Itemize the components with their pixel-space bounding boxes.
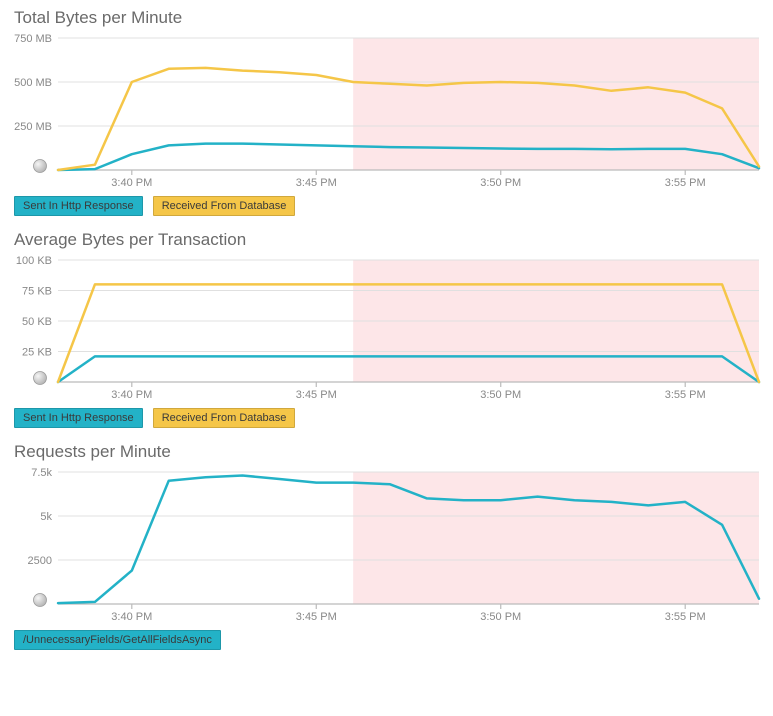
x-tick-label: 3:45 PM [296,177,337,189]
chart-requests: Requests per Minute 2500 5k 7.5k 3:40 PM 3:45… [8,442,765,650]
y-tick-label: 7.5k [31,467,52,479]
legend: Sent In Http Response Received From Datab… [14,196,765,216]
highlight-region [353,472,759,604]
scrubber-handle[interactable] [34,372,47,385]
x-tick-label: 3:40 PM [111,177,152,189]
x-tick-label: 3:55 PM [665,177,706,189]
chart-title: Requests per Minute [14,442,765,462]
x-tick-label: 3:55 PM [665,611,706,623]
x-tick-label: 3:40 PM [111,389,152,401]
legend-item[interactable]: Received From Database [153,196,296,216]
legend-item[interactable]: Sent In Http Response [14,196,143,216]
scrubber-handle[interactable] [34,594,47,607]
scrubber-handle[interactable] [34,160,47,173]
chart-total_bytes: Total Bytes per Minute 250 MB 500 MB 750 MB… [8,8,765,216]
x-tick-label: 3:45 PM [296,389,337,401]
legend: Sent In Http Response Received From Datab… [14,408,765,428]
y-tick-label: 500 MB [14,77,52,89]
x-tick-label: 3:45 PM [296,611,337,623]
x-tick-label: 3:55 PM [665,389,706,401]
plot-area[interactable]: 25 KB 50 KB 75 KB 100 KB 3:40 PM 3:45 PM 3:50 … [8,254,765,404]
plot-area[interactable]: 2500 5k 7.5k 3:40 PM 3:45 PM 3:50 PM 3:55 PM [8,466,765,626]
chart-title: Total Bytes per Minute [14,8,765,28]
y-tick-label: 25 KB [22,347,52,359]
plot-area[interactable]: 250 MB 500 MB 750 MB 3:40 PM 3:45 PM 3:50 PM 3… [8,32,765,192]
x-tick-label: 3:50 PM [480,611,521,623]
legend-item[interactable]: /UnnecessaryFields/GetAllFieldsAsync [14,630,221,650]
chart-title: Average Bytes per Transaction [14,230,765,250]
y-tick-label: 100 KB [16,255,52,267]
x-tick-label: 3:50 PM [480,177,521,189]
legend: /UnnecessaryFields/GetAllFieldsAsync [14,630,765,650]
x-tick-label: 3:40 PM [111,611,152,623]
legend-item[interactable]: Received From Database [153,408,296,428]
y-tick-label: 750 MB [14,33,52,45]
y-tick-label: 50 KB [22,316,52,328]
chart-avg_bytes: Average Bytes per Transaction 25 KB 50 KB 7… [8,230,765,428]
y-tick-label: 2500 [28,555,52,567]
x-tick-label: 3:50 PM [480,389,521,401]
y-tick-label: 250 MB [14,121,52,133]
y-tick-label: 5k [40,511,52,523]
legend-item[interactable]: Sent In Http Response [14,408,143,428]
y-tick-label: 75 KB [22,286,52,298]
